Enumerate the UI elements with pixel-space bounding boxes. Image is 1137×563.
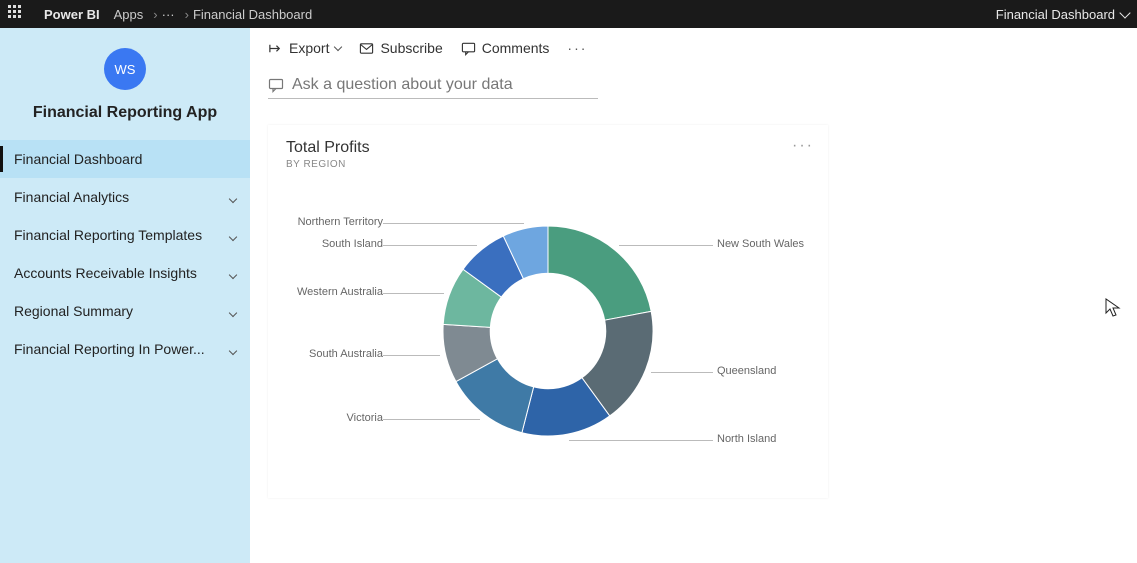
sidebar-item-label: Financial Analytics bbox=[14, 189, 230, 205]
sidebar-item[interactable]: Financial Dashboard bbox=[0, 140, 250, 178]
sidebar-item-label: Financial Dashboard bbox=[14, 151, 236, 167]
more-options-button[interactable]: ··· bbox=[567, 40, 587, 56]
chevron-down-icon bbox=[334, 42, 342, 50]
app-launcher-icon[interactable] bbox=[8, 5, 26, 23]
breadcrumb-ellipsis[interactable]: ··· bbox=[162, 7, 175, 22]
brand-label: Power BI bbox=[44, 7, 100, 22]
dashboard-dropdown-label: Financial Dashboard bbox=[996, 7, 1115, 22]
qna-input[interactable]: Ask a question about your data bbox=[268, 72, 598, 99]
mail-icon bbox=[359, 41, 374, 56]
chevron-down-icon bbox=[230, 227, 236, 243]
chevron-down-icon bbox=[230, 265, 236, 281]
comments-label: Comments bbox=[482, 40, 550, 56]
chevron-down-icon bbox=[230, 189, 236, 205]
comment-icon bbox=[461, 41, 476, 56]
content-area: Export Subscribe Comments ··· Ask a ques… bbox=[250, 28, 1137, 563]
sidebar-item[interactable]: Regional Summary bbox=[0, 292, 250, 330]
chart-card: Total Profits BY REGION ··· New South Wa… bbox=[268, 125, 828, 498]
sidebar-item[interactable]: Financial Reporting In Power... bbox=[0, 330, 250, 368]
top-bar: Power BI Apps › ··· › Financial Dashboar… bbox=[0, 0, 1137, 28]
chart-slice-label: Northern Territory bbox=[298, 216, 383, 228]
chevron-down-icon bbox=[230, 303, 236, 319]
comments-button[interactable]: Comments bbox=[461, 40, 550, 56]
chat-icon bbox=[268, 77, 284, 93]
breadcrumb-current: Financial Dashboard bbox=[193, 7, 312, 22]
chart-slice-label: New South Wales bbox=[717, 238, 804, 250]
chart-slice-label: South Island bbox=[322, 238, 383, 250]
card-title: Total Profits bbox=[286, 139, 810, 157]
sidebar-item-label: Financial Reporting In Power... bbox=[14, 341, 230, 357]
report-toolbar: Export Subscribe Comments ··· bbox=[250, 28, 1137, 68]
sidebar: WS Financial Reporting App Financial Das… bbox=[0, 28, 250, 563]
donut-chart[interactable]: New South Wales Queensland North Island Vic… bbox=[286, 176, 810, 476]
chart-slice-label: Queensland bbox=[717, 365, 776, 377]
avatar-initials: WS bbox=[115, 62, 136, 77]
card-more-options[interactable]: ··· bbox=[792, 137, 814, 155]
chart-slice[interactable] bbox=[548, 226, 651, 320]
sidebar-item[interactable]: Accounts Receivable Insights bbox=[0, 254, 250, 292]
export-icon bbox=[268, 41, 283, 56]
export-button[interactable]: Export bbox=[268, 40, 341, 56]
breadcrumb-separator: › bbox=[185, 7, 189, 22]
chevron-down-icon bbox=[1119, 7, 1130, 18]
export-label: Export bbox=[289, 40, 329, 56]
chevron-down-icon bbox=[230, 341, 236, 357]
sidebar-item-label: Regional Summary bbox=[14, 303, 230, 319]
dashboard-dropdown[interactable]: Financial Dashboard bbox=[996, 7, 1129, 22]
chart-slice-label: North Island bbox=[717, 433, 776, 445]
app-title: Financial Reporting App bbox=[0, 104, 250, 122]
chart-slice-label: South Australia bbox=[309, 348, 383, 360]
qna-placeholder: Ask a question about your data bbox=[292, 76, 513, 94]
sidebar-item-label: Accounts Receivable Insights bbox=[14, 265, 230, 281]
chart-slice-label: Western Australia bbox=[297, 286, 383, 298]
breadcrumb-separator: › bbox=[153, 7, 157, 22]
subscribe-button[interactable]: Subscribe bbox=[359, 40, 442, 56]
chart-slice-label: Victoria bbox=[347, 412, 383, 424]
subscribe-label: Subscribe bbox=[380, 40, 442, 56]
breadcrumb-apps[interactable]: Apps bbox=[114, 7, 144, 22]
avatar[interactable]: WS bbox=[104, 48, 146, 90]
sidebar-item[interactable]: Financial Reporting Templates bbox=[0, 216, 250, 254]
card-subtitle: BY REGION bbox=[286, 159, 810, 170]
sidebar-item[interactable]: Financial Analytics bbox=[0, 178, 250, 216]
sidebar-item-label: Financial Reporting Templates bbox=[14, 227, 230, 243]
